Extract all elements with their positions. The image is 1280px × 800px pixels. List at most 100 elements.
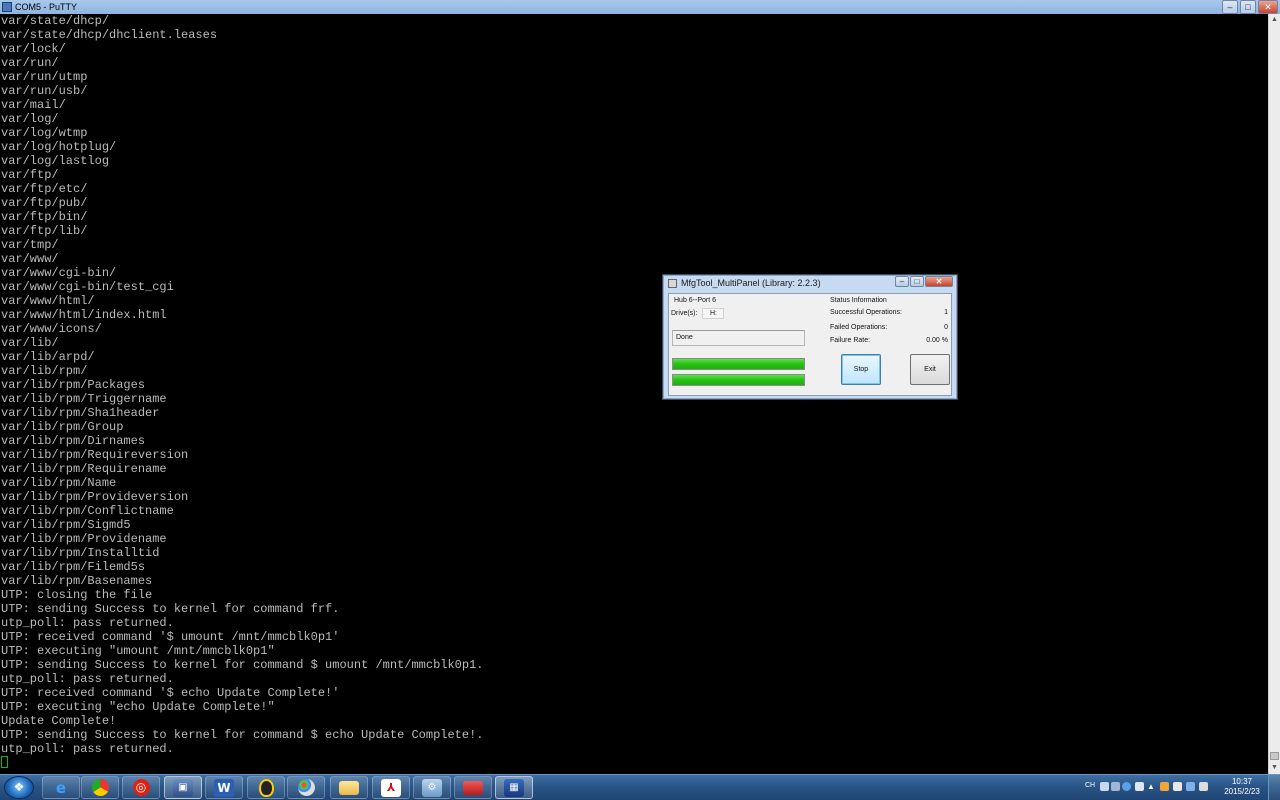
terminal-line: var/ftp/bin/ xyxy=(1,210,88,224)
successful-ops-label: Successful Operations: xyxy=(830,309,902,316)
taskbar-putty[interactable]: ▣ xyxy=(164,776,202,799)
progress-bar-1 xyxy=(672,358,805,370)
failure-rate-value: 0.00 % xyxy=(926,337,948,344)
putty-titlebar[interactable]: COM5 - PuTTY – □ ✕ xyxy=(0,0,1280,15)
terminal-line: var/mail/ xyxy=(1,98,66,112)
terminal-line: var/run/utmp xyxy=(1,70,88,84)
terminal-line: var/lib/rpm/Installtid xyxy=(1,546,160,560)
terminal-line: var/log/hotplug/ xyxy=(1,140,117,154)
terminal-line: var/run/usb/ xyxy=(1,84,88,98)
language-indicator[interactable]: CH xyxy=(1085,782,1095,789)
clock-time: 10:37 xyxy=(1231,777,1253,786)
terminal-line: utp_poll: pass returned. xyxy=(1,616,174,630)
dialog-maximize-icon[interactable]: □ xyxy=(910,276,924,287)
terminal-line: var/run/ xyxy=(1,56,59,70)
taskbar-toolbox[interactable] xyxy=(454,776,492,799)
putty-icon xyxy=(2,2,12,12)
terminal-line: var/lib/arpd/ xyxy=(1,350,95,364)
successful-ops-value: 1 xyxy=(944,309,948,316)
scroll-down-icon[interactable]: ▼ xyxy=(1269,762,1280,774)
dialog-titlebar[interactable]: MfgTool_MultiPanel (Library: 2.2.3) – □ … xyxy=(663,275,957,291)
drive-field: H: xyxy=(702,308,724,319)
failure-rate-label: Failure Rate: xyxy=(830,337,871,344)
terminal-line: var/lib/rpm/Requirename xyxy=(1,462,167,476)
qq-icon xyxy=(258,778,274,797)
toolbox-icon xyxy=(463,780,483,795)
terminal-line: var/lib/rpm/Requireversion xyxy=(1,448,189,462)
chrome-icon xyxy=(91,779,109,796)
action-center-icon[interactable] xyxy=(1173,782,1182,791)
keyboard-icon[interactable] xyxy=(1111,782,1120,791)
taskbar-paint[interactable] xyxy=(287,776,325,799)
tray-app-icon[interactable] xyxy=(1160,782,1169,791)
terminal-line: var/www/ xyxy=(1,252,59,266)
taskbar-chrome[interactable] xyxy=(81,776,119,799)
clock-date: 2015/2/23 xyxy=(1224,787,1260,796)
terminal-line: UTP: sending Success to kernel for comma… xyxy=(1,728,484,742)
terminal-line: var/ftp/etc/ xyxy=(1,182,88,196)
status-field: Done xyxy=(672,330,805,346)
terminal-line: var/ftp/ xyxy=(1,168,59,182)
status-text: Done xyxy=(676,334,693,341)
drives-label: Drive(s): xyxy=(671,310,698,317)
failed-ops-value: 0 xyxy=(944,324,948,331)
taskbar-netease-music[interactable]: ◎ xyxy=(122,776,160,799)
terminal-line: var/www/icons/ xyxy=(1,322,102,336)
terminal-line: var/state/dhcp/dhclient.leases xyxy=(1,28,218,42)
taskbar-ie[interactable]: e xyxy=(42,776,80,799)
window-title: COM5 - PuTTY xyxy=(15,2,78,12)
taskbar-explorer[interactable] xyxy=(330,776,368,799)
taskbar-pdf-reader[interactable]: ⅄ xyxy=(372,776,410,799)
terminal-line: var/log/lastlog xyxy=(1,154,110,168)
terminal-line: var/lib/rpm/Name xyxy=(1,476,117,490)
ime-settings-icon[interactable] xyxy=(1135,782,1144,791)
terminal-line: UTP: executing "umount /mnt/mmcblk0p1" xyxy=(1,644,275,658)
terminal-line: var/www/cgi-bin/ xyxy=(1,266,117,280)
terminal-line: var/tmp/ xyxy=(1,238,59,252)
clock[interactable]: 10:37 2015/2/23 xyxy=(1220,777,1264,797)
pdf-reader-icon: ⅄ xyxy=(381,778,401,797)
network-icon[interactable] xyxy=(1186,782,1195,791)
close-icon[interactable]: ✕ xyxy=(1258,0,1278,14)
terminal-line: var/lib/rpm/Providename xyxy=(1,532,167,546)
terminal-line: UTP: received command '$ echo Update Com… xyxy=(1,686,340,700)
terminal-line: var/lib/rpm/Provideversion xyxy=(1,490,189,504)
status-info-heading: Status Information xyxy=(830,297,887,304)
terminal-line: var/lib/rpm/Sigmd5 xyxy=(1,518,131,532)
terminal-line: var/lib/rpm/Group xyxy=(1,420,124,434)
tray-expand-icon[interactable]: ▲ xyxy=(1147,782,1156,791)
stop-button[interactable]: Stop xyxy=(841,354,881,385)
terminal-output[interactable]: var/state/dhcp/var/state/dhcp/dhclient.l… xyxy=(0,14,1268,774)
terminal-line: utp_poll: pass returned. xyxy=(1,672,174,686)
scroll-up-icon[interactable]: ▲ xyxy=(1269,14,1280,26)
putty-icon: ▣ xyxy=(173,778,193,797)
mfgtool-icon: ▦ xyxy=(504,778,524,797)
taskbar-qq[interactable] xyxy=(247,776,285,799)
progress-fill-1 xyxy=(673,359,804,369)
taskbar-word[interactable]: W xyxy=(205,776,243,799)
taskbar-network-tool[interactable]: ⚙ xyxy=(413,776,451,799)
terminal-line: var/lib/rpm/ xyxy=(1,364,88,378)
dialog-close-icon[interactable]: ✕ xyxy=(925,276,953,287)
explorer-folder-icon xyxy=(339,780,359,795)
dialog-minimize-icon[interactable]: – xyxy=(895,276,909,287)
minimize-icon[interactable]: – xyxy=(1222,0,1238,14)
help-icon[interactable] xyxy=(1122,782,1131,791)
scrollbar-thumb[interactable] xyxy=(1270,752,1279,760)
ime-icon[interactable] xyxy=(1100,782,1109,791)
show-desktop-button[interactable] xyxy=(1268,775,1280,800)
network-tool-icon: ⚙ xyxy=(422,778,442,797)
terminal-prompt-line[interactable] xyxy=(0,756,1268,770)
port-panel: Hub 6--Port 6 Drive(s): H: Done xyxy=(669,294,809,395)
taskbar-mfgtool[interactable]: ▦ xyxy=(495,776,533,799)
paint-icon xyxy=(297,779,315,796)
drive-value: H: xyxy=(710,310,717,317)
maximize-icon[interactable]: □ xyxy=(1240,0,1256,14)
volume-icon[interactable] xyxy=(1199,782,1208,791)
mfgtool-dialog: MfgTool_MultiPanel (Library: 2.2.3) – □ … xyxy=(662,274,958,400)
terminal-scrollbar[interactable]: ▲ ▼ xyxy=(1268,14,1280,774)
terminal-line: UTP: sending Success to kernel for comma… xyxy=(1,602,340,616)
exit-button[interactable]: Exit xyxy=(910,354,950,385)
start-button[interactable]: ❖ xyxy=(4,776,34,799)
terminal-line: UTP: sending Success to kernel for comma… xyxy=(1,658,484,672)
